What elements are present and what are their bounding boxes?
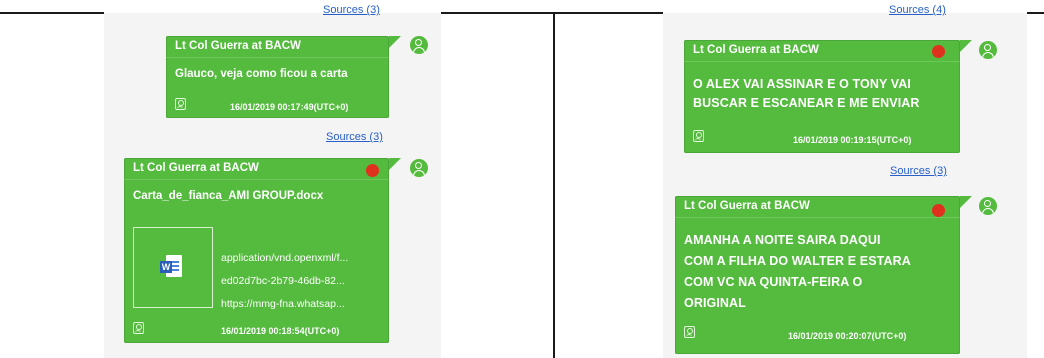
divider <box>684 61 960 62</box>
message-text: Glauco, veja como ficou a carta <box>175 68 348 80</box>
message-timestamp: 16/01/2019 00:19:15(UTC+0) <box>793 135 912 145</box>
attachment-filename: Carta_de_fianca_AMI GROUP.docx <box>133 190 324 202</box>
message-timestamp: 16/01/2019 00:17:49(UTC+0) <box>230 102 349 112</box>
chat-message[interactable]: Lt Col Guerra at BACW AMANHA A NOITE SAI… <box>675 196 972 354</box>
divider <box>675 217 960 218</box>
sender-avatar-icon <box>979 197 997 215</box>
sources-link[interactable]: Sources (3) <box>323 4 380 16</box>
message-timestamp: 16/01/2019 00:20:07(UTC+0) <box>788 331 907 341</box>
message-timestamp: 16/01/2019 00:18:54(UTC+0) <box>221 326 340 336</box>
column-divider <box>553 12 555 358</box>
sources-link[interactable]: Sources (3) <box>326 131 383 143</box>
attachment-preview[interactable]: W <box>133 227 213 308</box>
attachment-id: ed02d7bc-2b79-46db-82... <box>221 275 345 287</box>
chat-message[interactable]: Lt Col Guerra at BACW Carta_de_fianca_AM… <box>124 158 401 343</box>
attachment-mime-type: application/vnd.openxml/f... <box>221 252 349 264</box>
word-document-icon: W <box>160 255 182 279</box>
contacts-icon <box>175 98 186 110</box>
contacts-icon <box>133 322 144 334</box>
sources-link[interactable]: Sources (3) <box>890 165 947 177</box>
divider <box>124 179 389 180</box>
sender-name: Lt Col Guerra at BACW <box>684 200 810 212</box>
message-text-line: AMANHA A NOITE SAIRA DAQUI <box>684 233 881 247</box>
top-rule-middle <box>441 12 663 14</box>
chat-message[interactable]: Lt Col Guerra at BACW Glauco, veja como … <box>166 36 401 118</box>
sender-name: Lt Col Guerra at BACW <box>133 162 259 174</box>
sources-link[interactable]: Sources (4) <box>889 4 946 16</box>
message-text-line: ORIGINAL <box>684 296 746 310</box>
sender-name: Lt Col Guerra at BACW <box>175 40 301 52</box>
divider <box>166 57 389 58</box>
message-text-line: COM A FILHA DO WALTER E ESTARA <box>684 254 911 268</box>
unread-indicator-icon <box>932 45 945 58</box>
top-rule-left <box>0 12 104 14</box>
unread-indicator-icon <box>366 164 379 177</box>
sender-name: Lt Col Guerra at BACW <box>693 44 819 56</box>
sender-avatar-icon <box>979 41 997 59</box>
contacts-icon <box>693 130 704 142</box>
top-rule-right <box>1027 12 1044 14</box>
left-chat-panel: Sources (3) Lt Col Guerra at BACW Glauco… <box>104 4 441 358</box>
message-text-line: BUSCAR E ESCANEAR E ME ENVIAR <box>693 96 920 110</box>
unread-indicator-icon <box>932 204 945 217</box>
right-chat-panel: Sources (4) Lt Col Guerra at BACW O ALEX… <box>663 4 1027 358</box>
message-text-line: COM VC NA QUINTA-FEIRA O <box>684 275 863 289</box>
sender-avatar-icon <box>410 36 428 54</box>
contacts-icon <box>684 326 695 338</box>
attachment-url[interactable]: https://mmg-fna.whatsap... <box>221 298 345 310</box>
message-text-line: O ALEX VAI ASSINAR E O TONY VAI <box>693 77 911 91</box>
sender-avatar-icon <box>410 159 428 177</box>
chat-message[interactable]: Lt Col Guerra at BACW O ALEX VAI ASSINAR… <box>684 40 972 153</box>
